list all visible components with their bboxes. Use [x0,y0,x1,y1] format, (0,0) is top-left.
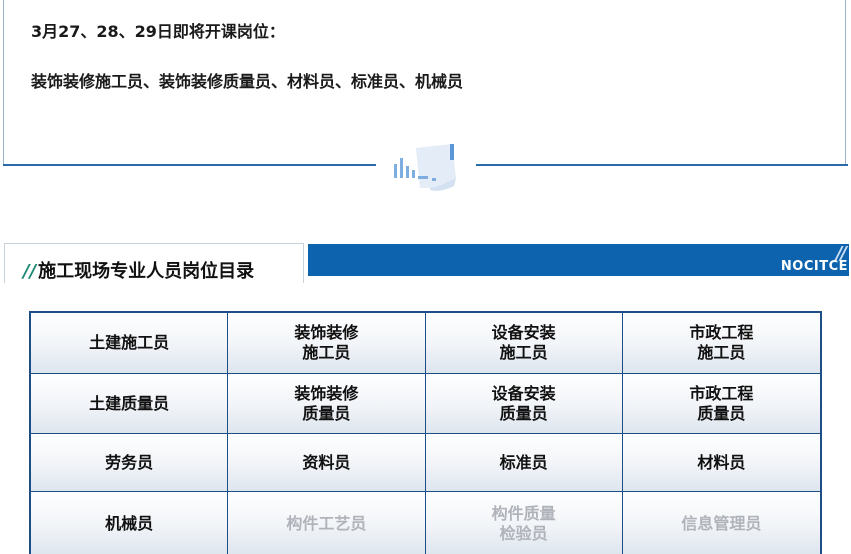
position-cell[interactable]: 标准员 [425,434,623,492]
section-tab: //施工现场专业人员岗位目录 [4,243,304,283]
position-cell[interactable]: 土建质量员 [31,374,229,434]
position-cell[interactable]: 设备安装 施工员 [425,313,623,374]
position-cell[interactable]: 市政工程 质量员 [622,374,820,434]
notice-dates-text: 3月27、28、29日即将开课岗位： [31,22,285,41]
notice-banner: // NOCITCE [308,243,849,276]
position-cell: 信息管理员 [622,492,820,554]
position-cell[interactable]: 装饰装修 质量员 [228,374,426,434]
banner-text: NOCITCE [780,259,848,274]
position-cell[interactable]: 机械员 [31,492,229,554]
position-cell[interactable]: 装饰装修 施工员 [228,313,426,374]
position-cell[interactable]: 土建施工员 [31,313,229,374]
notice-positions-text: 装饰装修施工员、装饰装修质量员、材料员、标准员、机械员 [31,72,464,91]
position-cell[interactable]: 设备安装 质量员 [425,374,623,434]
section-title-text: 施工现场专业人员岗位目录 [38,261,255,282]
position-cell[interactable]: 材料员 [622,434,820,492]
section-divider-left [3,164,376,166]
position-cell[interactable]: 资料员 [228,434,426,492]
position-cell[interactable]: 劳务员 [31,434,229,492]
section-title: //施工现场专业人员岗位目录 [23,257,254,283]
position-cell: 构件质量 检验员 [425,492,623,554]
position-cell[interactable]: 市政工程 施工员 [622,313,820,374]
position-cell: 构件工艺员 [228,492,426,554]
document-chart-icon [394,144,456,191]
section-slashes: // [23,261,37,282]
position-grid: 土建施工员 装饰装修 施工员 设备安装 施工员 市政工程 施工员土建质量员 装饰装修 质… [29,311,822,554]
section-divider-right [476,164,848,166]
